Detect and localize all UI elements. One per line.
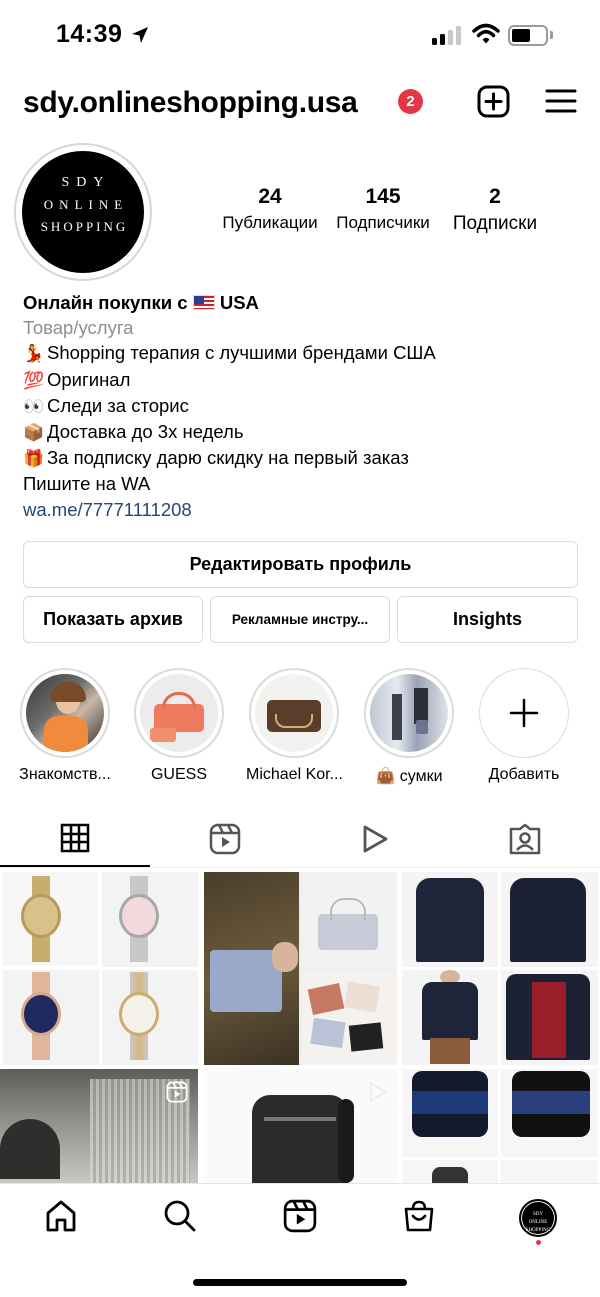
highlight-bags-thumbnail <box>370 674 448 752</box>
home-icon[interactable] <box>44 1199 78 1233</box>
tab-tagged[interactable] <box>450 810 600 867</box>
plus-icon <box>509 698 539 728</box>
cellular-signal-icon <box>432 26 461 45</box>
video-indicator-icon <box>369 1081 388 1103</box>
location-arrow-icon <box>132 27 148 43</box>
avatar-logo-line: ONLINE <box>43 197 129 212</box>
status-bar: 14:39 <box>0 0 600 70</box>
profile-header: sdy.onlineshopping.usa 2 <box>0 78 600 128</box>
battery-icon <box>508 25 548 46</box>
grid-post-reel-1[interactable] <box>0 1069 198 1183</box>
stat-followers-count: 145 <box>365 185 401 208</box>
profile-bio: Онлайн покупки с USA Товар/услуга 💃 Shopp… <box>23 290 583 522</box>
package-emoji-icon: 📦 <box>23 423 45 443</box>
highlight-label: Знакомств... <box>19 766 111 783</box>
tab-video[interactable] <box>300 810 450 867</box>
bio-line: 👀 Следи за сторис <box>23 393 583 419</box>
stat-followers-label: Подписчики <box>336 213 430 232</box>
profile-display-name: Онлайн покупки с USA <box>23 292 259 313</box>
stat-posts[interactable]: 24 Публикации <box>215 185 325 233</box>
profile-notification-dot <box>536 1240 541 1245</box>
reels-icon <box>209 823 241 854</box>
grid-post-puffers[interactable] <box>402 1069 598 1183</box>
insights-button[interactable]: Insights <box>397 596 578 643</box>
profile-tabs <box>0 810 600 868</box>
bottom-nav: SDY ONLINE SHOPPING <box>0 1183 600 1297</box>
highlight-label: Добавить <box>488 766 560 783</box>
stat-posts-label: Публикации <box>222 213 318 232</box>
us-flag-icon <box>192 295 215 310</box>
eyes-emoji-icon: 👀 <box>23 396 45 416</box>
reels-icon[interactable] <box>283 1199 317 1233</box>
show-archive-button[interactable]: Показать архив <box>23 596 203 643</box>
status-time: 14:39 <box>56 20 123 48</box>
gift-emoji-icon: 🎁 <box>23 449 45 469</box>
tab-reels[interactable] <box>150 810 300 867</box>
profile-avatar[interactable]: SDY ONLINE SHOPPING <box>519 1199 557 1237</box>
shop-icon[interactable] <box>402 1199 436 1233</box>
reel-indicator-icon <box>166 1081 188 1103</box>
bio-line: 💃 Shopping терапия с лучшими брендами США <box>23 340 583 366</box>
highlight-intro-thumbnail <box>26 674 104 752</box>
avatar-logo-line: SDY <box>61 175 111 190</box>
create-post-icon[interactable] <box>477 85 510 118</box>
grid-post-watches[interactable] <box>3 872 198 1065</box>
highlight-michael-kors-thumbnail <box>255 674 333 752</box>
highlight-add[interactable]: Добавить <box>476 668 572 784</box>
bio-line: 📦 Доставка до 3х недель <box>23 419 583 445</box>
highlight-label: Michael Kor... <box>246 766 343 783</box>
battery-tip <box>550 31 553 39</box>
stat-following[interactable]: 2 Подписки <box>440 185 550 235</box>
grid-icon <box>60 823 90 852</box>
username[interactable]: sdy.onlineshopping.usa <box>23 86 358 120</box>
menu-icon[interactable] <box>545 88 577 114</box>
bio-contact: Пишите на WA <box>23 473 151 495</box>
notification-badge[interactable]: 2 <box>398 89 423 114</box>
highlight-intro[interactable]: Знакомств... <box>17 668 113 784</box>
search-icon[interactable] <box>163 1199 197 1233</box>
hundred-emoji-icon: 💯 <box>23 370 45 390</box>
grid-post-bags[interactable] <box>204 872 397 1065</box>
tagged-icon <box>509 823 541 854</box>
profile-category: Товар/услуга <box>23 317 134 339</box>
bio-line: 💯 Оригинал <box>23 367 583 393</box>
bio-link[interactable]: wa.me/77771111208 <box>23 497 583 522</box>
ad-tools-button[interactable]: Рекламные инстру... <box>210 596 390 643</box>
edit-profile-button[interactable]: Редактировать профиль <box>23 541 578 588</box>
posts-grid <box>0 869 600 1183</box>
handbag-emoji-icon: 👜 <box>375 768 396 785</box>
highlight-guess[interactable]: GUESS <box>131 668 227 784</box>
wifi-icon <box>472 23 500 44</box>
highlight-michael-kors[interactable]: Michael Kor... <box>246 668 343 784</box>
dancer-emoji-icon: 💃 <box>23 344 45 364</box>
grid-post-jackets[interactable] <box>402 872 598 1065</box>
stat-following-count: 2 <box>489 185 501 208</box>
avatar-logo-line: SHOPPING <box>40 219 129 234</box>
avatar[interactable]: SDY ONLINE SHOPPING <box>22 151 144 273</box>
stat-posts-count: 24 <box>258 185 282 208</box>
bio-line: 🎁 За подписку дарю скидку на первый заказ <box>23 445 583 471</box>
stat-followers[interactable]: 145 Подписчики <box>330 185 436 233</box>
grid-post-backpack[interactable] <box>204 1069 397 1183</box>
highlight-label: GUESS <box>150 766 207 783</box>
tab-grid[interactable] <box>0 810 150 867</box>
video-icon <box>363 825 388 852</box>
highlight-label: 👜 сумки <box>375 768 443 785</box>
highlight-bags[interactable]: 👜 сумки <box>361 668 457 786</box>
home-indicator[interactable] <box>193 1279 407 1286</box>
highlight-guess-thumbnail <box>140 674 218 752</box>
stat-following-label: Подписки <box>452 213 538 234</box>
